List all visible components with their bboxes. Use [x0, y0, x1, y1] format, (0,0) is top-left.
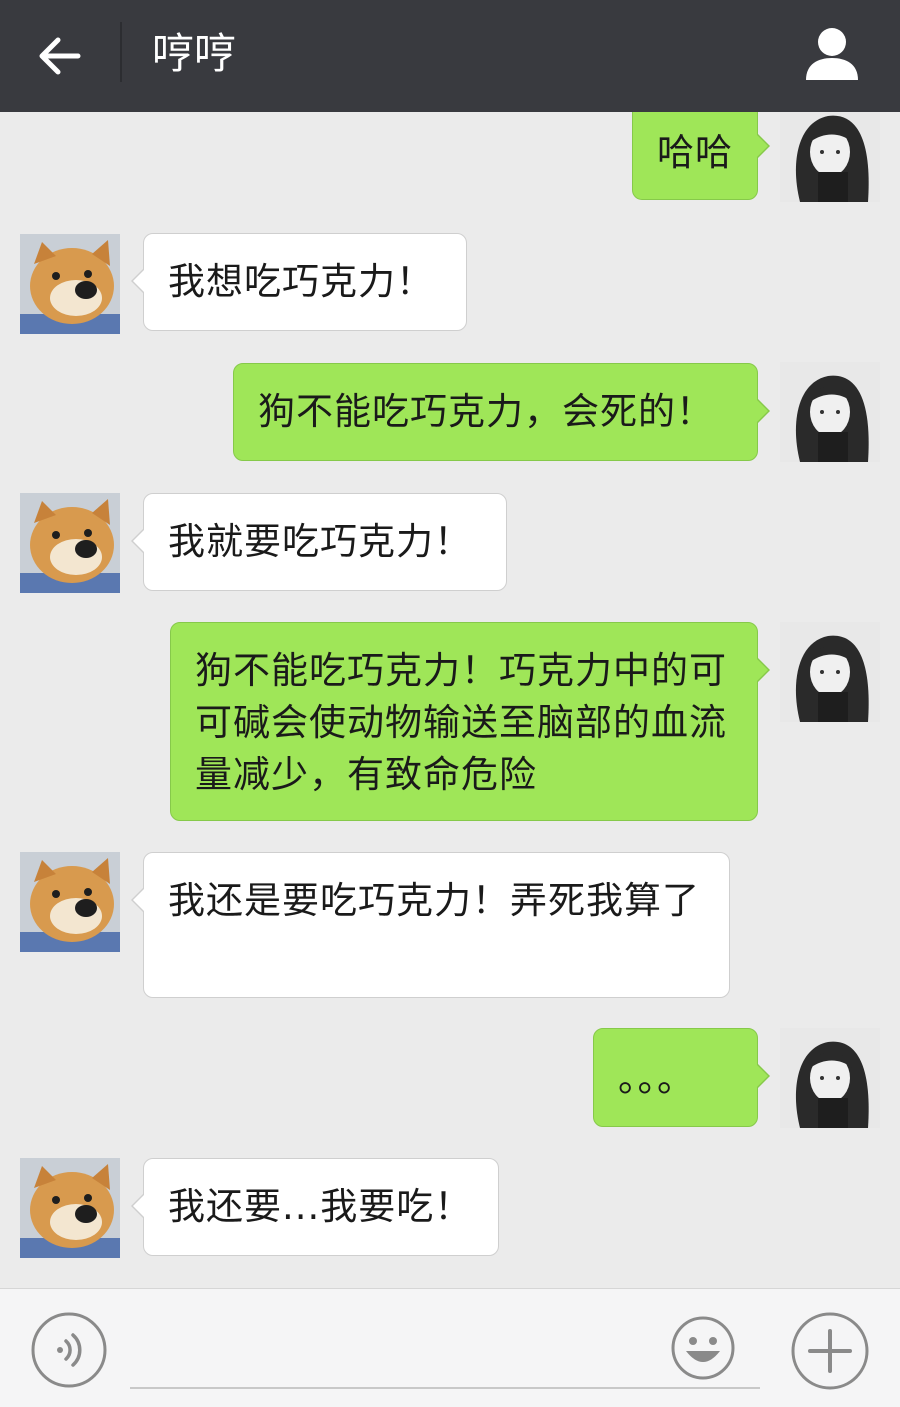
person-icon	[806, 28, 858, 80]
dog-avatar-image	[20, 852, 120, 952]
arrow-left-icon	[39, 37, 81, 75]
dog-avatar-image	[20, 1158, 120, 1258]
voice-button[interactable]	[30, 1311, 108, 1389]
message-text: 我还要...我要吃！	[168, 1185, 473, 1228]
avatar-self[interactable]	[780, 622, 880, 722]
girl-avatar-image	[780, 112, 880, 202]
chat-info-button[interactable]	[796, 22, 868, 86]
dog-avatar-image	[20, 234, 120, 334]
message-bubble-received[interactable]: 我还要...我要吃！	[131, 1158, 499, 1256]
girl-avatar-image	[780, 622, 880, 722]
chat-title: 哼哼	[152, 29, 237, 78]
message-text: 狗不能吃巧克力，会死的！	[258, 390, 714, 433]
avatar-self[interactable]	[780, 1028, 880, 1128]
message-bubble-received[interactable]: 我想吃巧克力！	[131, 233, 467, 331]
chat-header: 哼哼	[0, 0, 900, 112]
message-bubble-sent[interactable]: 。。。	[593, 1028, 770, 1127]
avatar-contact[interactable]	[20, 1158, 120, 1258]
emoji-button[interactable]	[670, 1315, 736, 1381]
avatar-contact[interactable]	[20, 493, 120, 593]
avatar-contact[interactable]	[20, 234, 120, 334]
more-button[interactable]	[790, 1311, 870, 1391]
message-text: 哈哈	[657, 131, 733, 174]
message-bubble-sent[interactable]: 狗不能吃巧克力，会死的！	[233, 363, 770, 461]
message-text: 我就要吃巧克力！	[168, 520, 472, 563]
message-bubble-received[interactable]: 我还是要吃巧克力！弄死我算了	[131, 852, 730, 998]
message-text: 狗不能吃巧克力！巧克力中的可可碱会使动物输送至脑部的血流量减少，有致命危险	[195, 649, 727, 796]
girl-avatar-image	[780, 1028, 880, 1128]
dog-avatar-image	[20, 493, 120, 593]
girl-avatar-image	[780, 362, 880, 462]
message-bubble-received[interactable]: 我就要吃巧克力！	[131, 493, 507, 591]
smiley-icon	[671, 1316, 735, 1380]
plus-icon	[791, 1312, 869, 1390]
header-divider	[120, 22, 122, 82]
message-text: 。。。	[618, 1057, 695, 1100]
avatar-contact[interactable]	[20, 852, 120, 952]
message-bubble-sent[interactable]: 哈哈	[632, 112, 770, 200]
avatar-self[interactable]	[780, 112, 880, 202]
voice-icon	[31, 1312, 107, 1388]
message-text: 我还是要吃巧克力！弄死我算了	[168, 879, 700, 922]
message-input[interactable]	[130, 1315, 760, 1389]
message-bubble-sent[interactable]: 狗不能吃巧克力！巧克力中的可可碱会使动物输送至脑部的血流量减少，有致命危险	[170, 622, 770, 821]
avatar-self[interactable]	[780, 362, 880, 462]
message-text: 我想吃巧克力！	[168, 260, 434, 303]
input-bar	[0, 1288, 900, 1407]
back-button[interactable]	[28, 24, 92, 88]
message-list[interactable]: 哈哈 我想吃巧克力！ 狗不能吃巧克力，会死的！ 我就要吃巧克力！ 狗不能吃巧克力…	[0, 112, 900, 1288]
